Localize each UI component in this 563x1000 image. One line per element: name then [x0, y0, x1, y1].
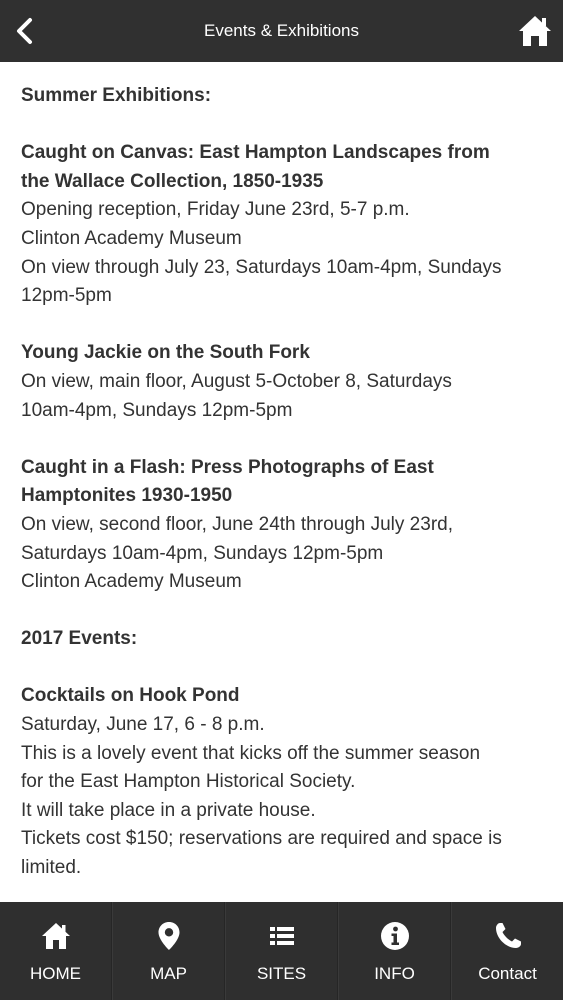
exhibition-title: Caught in a Flash: Press Photographs of …	[21, 456, 434, 478]
phone-icon	[495, 923, 521, 948]
tab-label: Contact	[478, 964, 537, 983]
exhibition-detail: 10am-4pm, Sundays 12pm-5pm	[21, 399, 293, 421]
exhibition-detail: 12pm-5pm	[21, 285, 112, 307]
exhibition-title: Caught on Canvas: East Hampton Landscape…	[21, 142, 490, 164]
event-detail: It will take place in a private house.	[21, 799, 316, 821]
events-content: Summer Exhibitions: Caught on Canvas: Ea…	[21, 82, 551, 911]
exhibition-detail: Saturdays 10am-4pm, Sundays 12pm-5pm	[21, 542, 384, 564]
exhibition-caught-in-a-flash: Caught in a Flash: Press Photographs of …	[21, 454, 551, 597]
exhibition-detail: On view, main floor, August 5-October 8,…	[21, 370, 452, 392]
exhibition-detail: Clinton Academy Museum	[21, 571, 242, 593]
home-button[interactable]	[517, 13, 553, 49]
event-detail: limited.	[21, 857, 82, 879]
event-cocktails-on-hook-pond: Cocktails on Hook Pond Saturday, June 17…	[21, 682, 551, 882]
tab-map[interactable]: MAP	[112, 902, 225, 1000]
exhibition-detail: Clinton Academy Museum	[21, 227, 242, 249]
exhibition-title: Hamptonites 1930-1950	[21, 485, 233, 507]
info-icon	[380, 922, 409, 950]
exhibition-detail: On view through July 23, Saturdays 10am-…	[21, 256, 502, 278]
top-navigation-bar: Events & Exhibitions	[0, 0, 563, 62]
home-icon	[519, 16, 551, 46]
tab-contact[interactable]: Contact	[451, 902, 563, 1000]
event-detail: Saturday, June 17, 6 - 8 p.m.	[21, 714, 265, 736]
tab-home[interactable]: HOME	[0, 902, 112, 1000]
tab-label: SITES	[256, 964, 307, 983]
tab-label: HOME	[30, 964, 81, 983]
exhibition-detail: Opening reception, Friday June 23rd, 5-7…	[21, 199, 410, 221]
exhibition-title: Young Jackie on the South Fork	[21, 342, 310, 364]
exhibition-detail: On view, second floor, June 24th through…	[21, 513, 453, 535]
event-detail: for the East Hampton Historical Society.	[21, 771, 356, 793]
tab-info[interactable]: INFO	[338, 902, 451, 1000]
map-pin-icon	[158, 922, 179, 950]
page-title: Events & Exhibitions	[204, 21, 359, 40]
tab-sites[interactable]: SITES	[225, 902, 338, 1000]
exhibition-title: the Wallace Collection, 1850-1935	[21, 170, 324, 192]
event-title: Cocktails on Hook Pond	[21, 685, 240, 707]
event-detail: Tickets cost $150; reservations are requ…	[21, 828, 502, 850]
summer-exhibitions-heading: Summer Exhibitions:	[21, 85, 212, 106]
exhibition-caught-on-canvas: Caught on Canvas: East Hampton Landscape…	[21, 139, 551, 311]
list-icon	[269, 927, 294, 945]
exhibition-young-jackie: Young Jackie on the South Fork On view, …	[21, 339, 551, 425]
events-heading: 2017 Events:	[21, 628, 138, 650]
tab-label: MAP	[150, 964, 187, 983]
event-detail: This is a lovely event that kicks off th…	[21, 742, 481, 764]
bottom-tab-bar: HOME MAP SITES INFO Contact	[0, 902, 563, 1000]
tab-label: INFO	[374, 964, 415, 983]
home-icon	[41, 923, 70, 949]
